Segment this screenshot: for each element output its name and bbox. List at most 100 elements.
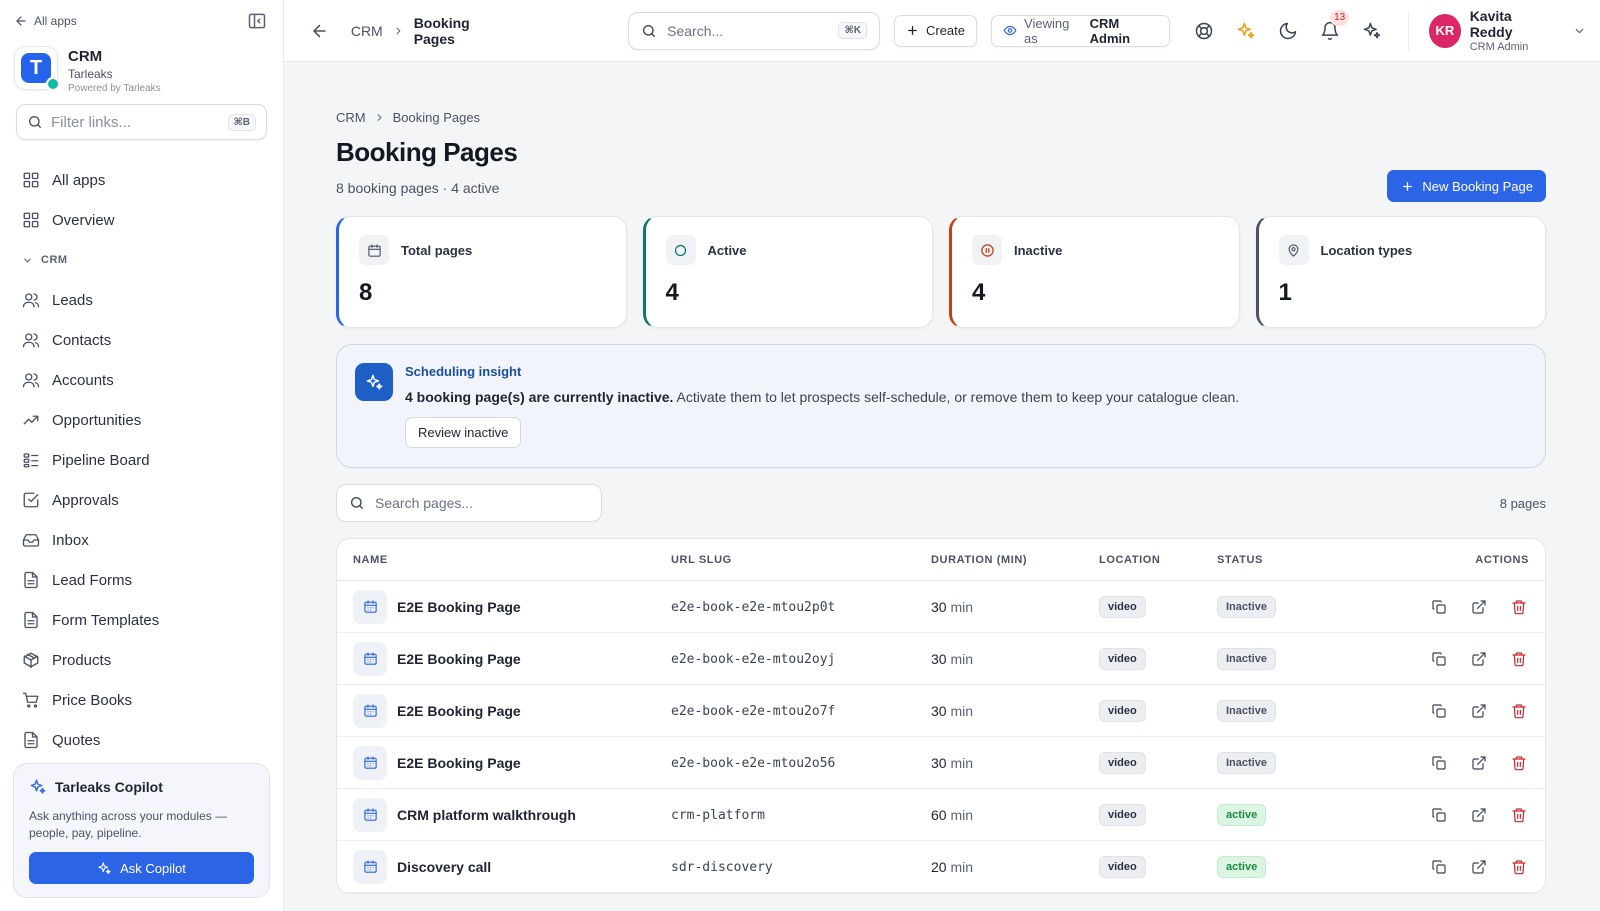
ai-sparkle-icon[interactable] bbox=[1236, 21, 1256, 41]
sidebar-item-accounts[interactable]: Accounts bbox=[0, 360, 283, 400]
sidebar-item-quotes[interactable]: Quotes bbox=[0, 720, 283, 760]
insight-bold-text: 4 booking page(s) are currently inactive… bbox=[405, 389, 674, 405]
sidebar-item-contacts[interactable]: Contacts bbox=[0, 320, 283, 360]
all-apps-link[interactable]: All apps bbox=[14, 14, 77, 28]
trash-icon[interactable] bbox=[1511, 599, 1527, 615]
user-text: Kavita Reddy CRM Admin bbox=[1470, 8, 1552, 53]
row-name-cell: E2E Booking Page bbox=[337, 693, 671, 728]
status-badge: active bbox=[1217, 803, 1267, 826]
row-name[interactable]: Discovery call bbox=[397, 859, 491, 875]
sidebar-item-overview[interactable]: Overview bbox=[0, 200, 283, 240]
column-header-status[interactable]: STATUS bbox=[1217, 554, 1407, 566]
column-header-slug[interactable]: URL SLUG bbox=[671, 554, 931, 566]
brand-status-dot bbox=[46, 77, 60, 91]
create-button[interactable]: Create bbox=[893, 14, 978, 47]
review-inactive-button[interactable]: Review inactive bbox=[405, 417, 522, 448]
table-row[interactable]: E2E Booking Page e2e-book-e2e-mtou2o7f 3… bbox=[337, 685, 1545, 737]
breadcrumb-crm[interactable]: CRM bbox=[351, 23, 383, 39]
new-booking-page-button[interactable]: New Booking Page bbox=[1387, 170, 1546, 202]
sidebar-item-label: Approvals bbox=[52, 491, 119, 509]
row-name[interactable]: CRM platform walkthrough bbox=[397, 807, 576, 823]
trash-icon[interactable] bbox=[1511, 703, 1527, 719]
external-link-icon[interactable] bbox=[1471, 703, 1487, 719]
calendar-icon bbox=[363, 652, 377, 665]
sidebar-item-form-templates[interactable]: Form Templates bbox=[0, 600, 283, 640]
copy-icon[interactable] bbox=[1431, 755, 1447, 771]
row-duration-unit: min bbox=[950, 754, 974, 771]
circle-icon bbox=[674, 244, 687, 256]
search-pages-input[interactable]: Search pages... bbox=[336, 484, 602, 522]
row-name[interactable]: E2E Booking Page bbox=[397, 651, 521, 667]
row-duration: 30 min bbox=[931, 651, 973, 667]
sidebar-item-lead-forms[interactable]: Lead Forms bbox=[0, 560, 283, 600]
user-name: Kavita Reddy bbox=[1469, 8, 1513, 40]
assistant-sparkles-icon[interactable] bbox=[1362, 21, 1382, 41]
row-name[interactable]: E2E Booking Page bbox=[397, 703, 521, 719]
sidebar-item-label: Accounts bbox=[52, 371, 114, 389]
trash-icon[interactable] bbox=[1511, 755, 1527, 771]
sidebar-nav: All apps Overview CRM Leads Contacts Acc… bbox=[0, 160, 283, 760]
help-circle-icon[interactable] bbox=[1194, 21, 1214, 41]
copy-icon[interactable] bbox=[1431, 703, 1447, 719]
insight-title: Scheduling insight bbox=[405, 364, 522, 379]
sidebar-item-inbox[interactable]: Inbox bbox=[0, 520, 283, 560]
column-header-duration[interactable]: DURATION (MIN) bbox=[931, 554, 1099, 566]
sidebar-item-approvals[interactable]: Approvals bbox=[0, 480, 283, 520]
trash-icon[interactable] bbox=[1511, 807, 1527, 823]
global-search-input[interactable]: Search... ⌘K bbox=[628, 11, 880, 50]
external-link-icon[interactable] bbox=[1471, 651, 1487, 667]
row-slug: e2e-book-e2e-mtou2oyj bbox=[671, 652, 836, 667]
sidebar-collapse-icon[interactable] bbox=[247, 11, 267, 31]
topbar-icons: 13 bbox=[1194, 9, 1382, 41]
sidebar-item-opportunities[interactable]: Opportunities bbox=[0, 400, 283, 440]
user-role: CRM Admin bbox=[1469, 41, 1529, 53]
table-row[interactable]: E2E Booking Page e2e-book-e2e-mtou2p0t 3… bbox=[337, 581, 1545, 633]
copy-icon[interactable] bbox=[1431, 599, 1447, 615]
external-link-icon[interactable] bbox=[1471, 859, 1487, 875]
brand-org: Tarleaks bbox=[68, 67, 113, 81]
sidebar-item-pipeline-board[interactable]: Pipeline Board bbox=[0, 440, 283, 480]
trash-icon[interactable] bbox=[1511, 859, 1527, 875]
row-name[interactable]: E2E Booking Page bbox=[397, 599, 521, 615]
inbox-icon bbox=[22, 534, 40, 547]
sidebar-item-all-apps[interactable]: All apps bbox=[0, 160, 283, 200]
insight-body: Scheduling insight 4 booking page(s) are… bbox=[405, 363, 1239, 449]
external-link-icon[interactable] bbox=[1471, 599, 1487, 615]
sidebar-section-crm[interactable]: CRM bbox=[0, 240, 283, 280]
sidebar-item-price-books[interactable]: Price Books bbox=[0, 680, 283, 720]
topbar: CRM Booking Pages Search... ⌘K Create Vi… bbox=[284, 0, 1600, 62]
status-badge: Inactive bbox=[1217, 647, 1276, 670]
location-badge: video bbox=[1099, 595, 1146, 618]
table-row[interactable]: E2E Booking Page e2e-book-e2e-mtou2o56 3… bbox=[337, 737, 1545, 789]
table-row[interactable]: Discovery call sdr-discovery 20 min vide… bbox=[337, 841, 1545, 893]
table-row[interactable]: E2E Booking Page e2e-book-e2e-mtou2oyj 3… bbox=[337, 633, 1545, 685]
stat-card-active: Active 4 bbox=[642, 216, 933, 328]
notifications-button[interactable]: 13 bbox=[1320, 9, 1350, 41]
copy-icon[interactable] bbox=[1431, 859, 1447, 875]
sidebar-item-leads[interactable]: Leads bbox=[0, 280, 283, 320]
column-header-name[interactable]: NAME bbox=[337, 554, 671, 566]
sidebar-item-products[interactable]: Products bbox=[0, 640, 283, 680]
row-name[interactable]: E2E Booking Page bbox=[397, 755, 521, 771]
check-square-icon bbox=[23, 492, 39, 508]
sidebar-brand: T CRM Tarleaks Powered by Tarleaks bbox=[0, 42, 283, 98]
viewing-as-button[interactable]: Viewing as CRM Admin bbox=[991, 14, 1171, 47]
filter-links-input[interactable]: Filter links... ⌘B bbox=[16, 104, 267, 140]
booking-pages-table: NAME URL SLUG DURATION (MIN) LOCATION ST… bbox=[336, 538, 1546, 894]
trending-up-icon bbox=[23, 415, 39, 425]
user-menu[interactable]: KR Kavita Reddy CRM Admin bbox=[1408, 8, 1586, 53]
topbar-breadcrumb: CRM Booking Pages bbox=[351, 15, 506, 47]
moon-icon[interactable] bbox=[1278, 21, 1298, 41]
copy-icon[interactable] bbox=[1431, 651, 1447, 667]
sidebar-item-label: Form Templates bbox=[52, 611, 160, 629]
table-row[interactable]: CRM platform walkthrough crm-platform 60… bbox=[337, 789, 1545, 841]
external-link-icon[interactable] bbox=[1471, 807, 1487, 823]
copy-icon[interactable] bbox=[1431, 807, 1447, 823]
trash-icon[interactable] bbox=[1511, 651, 1527, 667]
ask-copilot-button[interactable]: Ask Copilot bbox=[29, 852, 254, 884]
back-arrow-icon[interactable] bbox=[310, 21, 329, 41]
external-link-icon[interactable] bbox=[1471, 755, 1487, 771]
page-breadcrumb-crm[interactable]: CRM bbox=[336, 110, 366, 125]
row-slug: sdr-discovery bbox=[671, 860, 773, 875]
column-header-location[interactable]: LOCATION bbox=[1099, 554, 1217, 566]
